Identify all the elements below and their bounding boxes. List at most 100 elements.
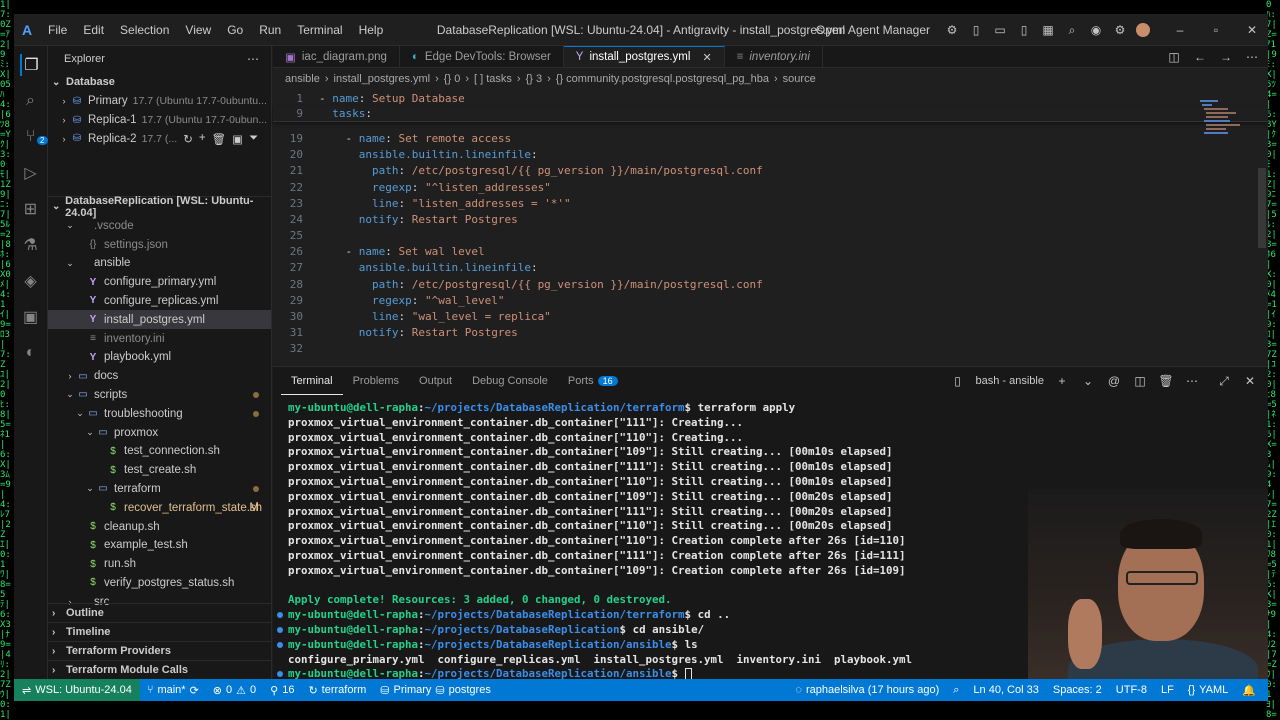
tree-item[interactable]: Yconfigure_primary.yml [48,273,271,292]
breadcrumb-item[interactable]: [ ] tasks [474,73,512,85]
tree-item[interactable]: ⌄ ▭ terraform [48,480,271,499]
editor-tab[interactable]: ◐ Edge DevTools: Browser [400,46,564,67]
tree-item[interactable]: $ test_connection.sh [48,442,271,461]
database-item-replica-1[interactable]: › ⛁ Replica-1 17.7 (Ubuntu 17.7-0ubun... [48,111,271,130]
edge-devtools-icon[interactable]: ◐ [20,342,42,364]
split-editor-icon[interactable]: ◫ [1166,49,1182,65]
git-blame-indicator[interactable]: ◌ raphaelsilva (17 hours ago) [788,684,946,696]
notifications-icon[interactable]: 🔔 [1235,684,1268,697]
terraform-workspace-indicator[interactable]: ↻ terraform [301,684,373,697]
breadcrumb-item[interactable]: {} 3 [526,73,543,85]
testing-icon[interactable]: ⚗ [20,234,42,256]
layers-icon[interactable]: ◈ [20,270,42,292]
minimize-button[interactable]: – [1172,22,1188,38]
tree-item[interactable]: Yconfigure_replicas.yml [48,292,271,311]
more-actions-icon[interactable]: ⋯ [1184,373,1200,389]
section-terraform-providers[interactable]: › Terraform Providers [48,641,271,660]
zoom-icon[interactable]: ⌕ [946,684,966,697]
menu-run[interactable]: Run [251,14,289,46]
panel-tab-debug-console[interactable]: Debug Console [462,367,558,395]
chevron-down-icon[interactable]: ⌄ [1080,373,1096,389]
customize-layout-icon[interactable]: ▦ [1040,22,1056,38]
new-terminal-icon[interactable]: + [1054,373,1070,389]
menu-help[interactable]: Help [351,14,392,46]
terraform-icon[interactable]: ▣ [20,306,42,328]
tree-item[interactable]: Yinstall_postgres.yml [48,310,271,330]
toggle-primary-sidebar-icon[interactable]: ▯ [968,22,984,38]
database-item-replica-2[interactable]: › ⛁ Replica-2 17.7 (... ↻ + 🗑 ▣ ⏷ [48,130,271,149]
trash-icon[interactable]: 🗑 [1158,373,1174,389]
filter-icon[interactable]: ⏷ [249,132,258,146]
refresh-icon[interactable]: ↻ [183,132,193,146]
settings-sync-icon[interactable]: ⚙ [944,22,960,38]
tree-item[interactable]: ⌄ ansible [48,254,271,273]
toggle-secondary-sidebar-icon[interactable]: ▯ [1016,22,1032,38]
tree-item[interactable]: $ example_test.sh [48,536,271,555]
tree-item[interactable]: $ test_create.sh [48,461,271,480]
section-outline[interactable]: › Outline [48,603,271,622]
panel-tab-terminal[interactable]: Terminal [281,367,343,395]
tree-item[interactable]: ⌄ ▭ troubleshooting [48,404,271,423]
editor-tab[interactable]: Yinstall_postgres.yml ✕ [563,46,725,67]
editor-scrollbar[interactable] [1258,168,1266,248]
gear-icon[interactable]: ⚙ [1112,22,1128,38]
ports-indicator[interactable]: ⚲ 16 [263,684,301,697]
toggle-panel-icon[interactable]: ▭ [992,22,1008,38]
tree-item[interactable]: $ verify_postgres_status.sh [48,574,271,593]
extensions-icon[interactable]: ⊞ [20,198,42,220]
tree-item[interactable]: $ recover_terraform_state.sh M [48,498,271,517]
close-panel-icon[interactable]: ✕ [1242,373,1258,389]
tree-item[interactable]: ⌄ ▭ scripts [48,386,271,405]
trash-icon[interactable]: 🗑 [212,132,227,146]
breadcrumb-item[interactable]: install_postgres.yml [334,73,431,85]
run-debug-icon[interactable]: ▷ [20,162,42,184]
close-tab-icon[interactable]: ✕ [702,51,711,64]
database-connection-indicator[interactable]: ⛁ Primary ⛁ postgres [373,684,498,697]
minimap[interactable] [1198,98,1254,158]
menu-terminal[interactable]: Terminal [289,14,350,46]
tree-item[interactable]: $ cleanup.sh [48,517,271,536]
tree-item[interactable]: › ▭ docs [48,367,271,386]
menu-file[interactable]: File [40,14,75,46]
tree-item[interactable]: Yplaybook.yml [48,348,271,367]
tree-item[interactable]: ⌄ ▭ proxmox [48,423,271,442]
remote-indicator[interactable]: ⇌ WSL: Ubuntu-24.04 [14,679,140,701]
indentation[interactable]: Spaces: 2 [1046,684,1109,696]
add-icon[interactable]: + [199,132,206,146]
terminal-icon[interactable]: ▣ [232,132,243,146]
language-mode[interactable]: {} YAML [1181,684,1236,696]
more-actions-icon[interactable]: ⋯ [245,51,261,67]
go-forward-icon[interactable]: → [1218,49,1234,65]
editor-tab[interactable]: ≡ inventory.ini [725,46,823,67]
problems-indicator[interactable]: ⊗ 0 ⚠ 0 [206,684,263,697]
tree-item[interactable]: ⌄ .vscode [48,216,271,235]
editor-tab[interactable]: ▣ iac_diagram.png [273,46,400,67]
code-editor[interactable]: 1- name: Setup Database 9 tasks: 19 - name… [273,90,1268,357]
end-of-line[interactable]: LF [1154,684,1181,696]
panel-tab-output[interactable]: Output [409,367,462,395]
explorer-icon[interactable]: ❐ [19,54,42,76]
search-view-icon[interactable]: ⌕ [20,90,42,112]
section-timeline[interactable]: › Timeline [48,622,271,641]
section-terraform-module-calls[interactable]: › Terraform Module Calls [48,660,271,679]
cursor-position[interactable]: Ln 40, Col 33 [966,684,1045,696]
database-item-primary[interactable]: › ⛁ Primary 17.7 (Ubuntu 17.7-0ubuntu... [48,92,271,111]
search-icon[interactable]: ⌕ [1064,22,1080,38]
maximize-panel-icon[interactable]: ⤢ [1216,373,1232,389]
source-control-icon[interactable]: ⑂ 2 [20,126,48,148]
menu-selection[interactable]: Selection [112,14,177,46]
go-back-icon[interactable]: ← [1192,49,1208,65]
tree-item[interactable]: {} settings.json [48,235,271,254]
panel-tab-ports[interactable]: Ports 16 [558,367,628,395]
more-actions-icon[interactable]: ⋯ [1244,49,1260,65]
encoding[interactable]: UTF-8 [1109,684,1154,696]
menu-edit[interactable]: Edit [75,14,112,46]
menu-view[interactable]: View [177,14,219,46]
at-mention-icon[interactable]: @ [1106,373,1122,389]
workspace-section-header[interactable]: ⌄ DatabaseReplication [WSL: Ubuntu-24.04… [48,195,271,219]
menu-go[interactable]: Go [219,14,251,46]
maximize-button[interactable]: ▫ [1208,22,1224,38]
split-terminal-icon[interactable]: ◫ [1132,373,1148,389]
breadcrumb-item[interactable]: {} community.postgresql.postgresql_pg_hb… [556,73,769,85]
breadcrumb-item[interactable]: source [783,73,816,85]
